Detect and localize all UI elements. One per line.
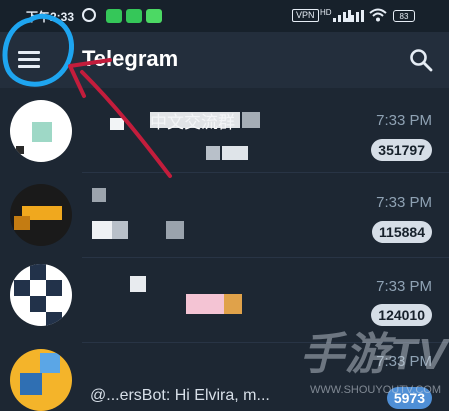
watermark: 手游TV xyxy=(300,330,449,379)
annotation-arrow-shaft xyxy=(80,70,172,178)
watermark-url: WWW.SHOUYOUTV.COM xyxy=(310,384,441,396)
annotation-circle xyxy=(2,13,74,87)
